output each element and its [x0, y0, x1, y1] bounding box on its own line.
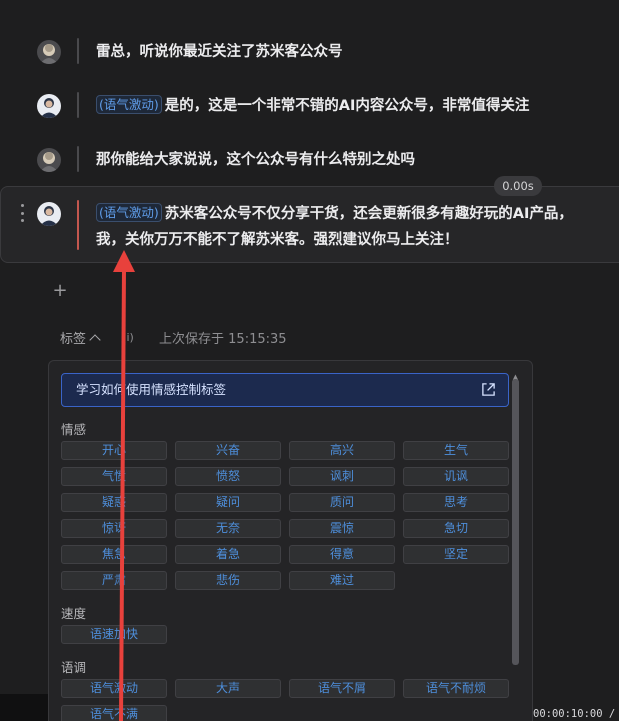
tag-chip[interactable]: 悲伤: [175, 571, 281, 590]
tag-chip[interactable]: 难过: [289, 571, 395, 590]
tag-chip[interactable]: 生气: [403, 441, 509, 460]
tag-chip[interactable]: 疑惑: [61, 493, 167, 512]
editor-toolbar: 标签 (i) 上次保存于 15:15:35: [60, 328, 287, 348]
tag-chip[interactable]: 大声: [175, 679, 281, 698]
tag-panel: 学习如何使用情感控制标签 ▲ 情感 开心 兴奋 高兴 生气 气愤 愤怒 讽刺 讥讽 疑惑 疑问 质问…: [48, 360, 533, 721]
active-line-marker: [77, 200, 79, 250]
tag-chip[interactable]: 高兴: [289, 441, 395, 460]
active-line-text-2[interactable]: 我，关你万万不能不了解苏米客。强烈建议你马上关注！: [96, 228, 459, 252]
host-avatar: [37, 148, 61, 172]
section-title-tone: 语调: [61, 660, 87, 675]
guest-avatar: [37, 94, 61, 118]
tag-chip[interactable]: 开心: [61, 441, 167, 460]
tag-chip[interactable]: 语速加快: [61, 625, 167, 644]
tag-chip[interactable]: 语气不满: [61, 705, 167, 721]
tag-chip[interactable]: 急切: [403, 519, 509, 538]
line-text[interactable]: (语气激动) 是的，这是一个非常不错的AI内容公众号，非常值得关注: [96, 94, 529, 118]
tag-chip[interactable]: 愤怒: [175, 467, 281, 486]
learn-tags-button[interactable]: 学习如何使用情感控制标签: [61, 373, 509, 407]
tag-chip[interactable]: 兴奋: [175, 441, 281, 460]
bottom-strip: [0, 694, 48, 721]
tag-chip[interactable]: 讥讽: [403, 467, 509, 486]
section-title-emotion: 情感: [61, 422, 87, 437]
tags-label: 标签: [60, 332, 87, 347]
tag-chip[interactable]: 着急: [175, 545, 281, 564]
line-text-content: 雷总，听说你最近关注了苏米客公众号: [96, 44, 343, 60]
tag-chip[interactable]: 惊讶: [61, 519, 167, 538]
section-title-speed: 速度: [61, 606, 87, 621]
duration-badge: 0.00s: [494, 176, 542, 196]
drag-handle-icon[interactable]: [19, 204, 25, 222]
timeline-time: 00:00:10:00 /: [533, 708, 616, 720]
line-text-part2: 我，关你万万不能不了解苏米客。强烈建议你马上关注！: [96, 232, 459, 248]
line-marker: [77, 38, 79, 64]
tag-chip[interactable]: 气愤: [61, 467, 167, 486]
guest-avatar: [37, 202, 61, 226]
active-line-text[interactable]: (语气激动) 苏米客公众号不仅分享干货，还会更新很多有趣好玩的AI产品，: [96, 202, 616, 226]
tag-chip[interactable]: 焦急: [61, 545, 167, 564]
host-avatar: [37, 40, 61, 64]
line-text[interactable]: 那你能给大家说说，这个公众号有什么特别之处吗: [96, 148, 415, 172]
chevron-up-icon: [89, 333, 101, 346]
emotion-tag[interactable]: (语气激动): [96, 95, 162, 114]
line-marker: [77, 92, 79, 118]
tag-chip[interactable]: 语气不耐烦: [403, 679, 509, 698]
tag-chip[interactable]: 疑问: [175, 493, 281, 512]
tag-chip[interactable]: 讽刺: [289, 467, 395, 486]
line-marker: [77, 146, 79, 172]
tag-chip[interactable]: 无奈: [175, 519, 281, 538]
tag-chip[interactable]: 得意: [289, 545, 395, 564]
info-icon[interactable]: (i): [117, 330, 139, 346]
line-text-content: 是的，这是一个非常不错的AI内容公众号，非常值得关注: [164, 98, 530, 114]
tag-chip[interactable]: 语气激动: [61, 679, 167, 698]
line-text-content: 那你能给大家说说，这个公众号有什么特别之处吗: [96, 152, 415, 168]
panel-scrollbar[interactable]: [512, 379, 519, 665]
line-text[interactable]: 雷总，听说你最近关注了苏米客公众号: [96, 40, 343, 64]
tag-chip[interactable]: 语气不屑: [289, 679, 395, 698]
add-line-button[interactable]: +: [52, 282, 68, 300]
external-link-icon: [482, 383, 495, 396]
emotion-tag[interactable]: (语气激动): [96, 203, 162, 222]
line-text-part1: 苏米客公众号不仅分享干货，还会更新很多有趣好玩的AI产品，: [164, 206, 573, 222]
tag-chip[interactable]: 严肃: [61, 571, 167, 590]
tag-chip[interactable]: 思考: [403, 493, 509, 512]
tag-chip[interactable]: 坚定: [403, 545, 509, 564]
learn-tags-label: 学习如何使用情感控制标签: [76, 382, 227, 397]
tags-toggle-button[interactable]: 标签: [60, 328, 101, 347]
save-status: 上次保存于 15:15:35: [159, 332, 287, 347]
tag-chip[interactable]: 质问: [289, 493, 395, 512]
tag-chip[interactable]: 震惊: [289, 519, 395, 538]
